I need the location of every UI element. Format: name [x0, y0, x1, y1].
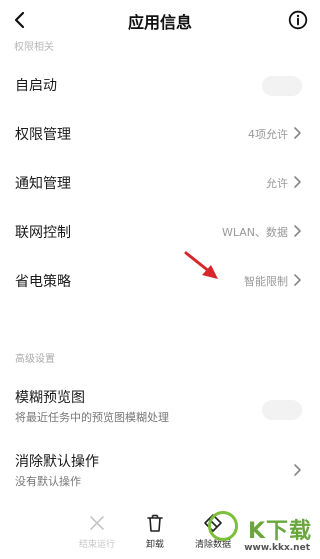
- blur-preview-toggle[interactable]: [262, 400, 302, 420]
- chevron-right-icon: [294, 176, 301, 188]
- row-permission-management[interactable]: 权限管理 4项允许: [0, 111, 320, 157]
- trash-icon: [147, 514, 163, 532]
- chevron-right-icon: [294, 274, 301, 286]
- row-notification-management[interactable]: 通知管理 允许: [0, 160, 320, 206]
- row-value: WLAN、数据: [221, 226, 288, 239]
- row-network-control[interactable]: 联网控制 WLAN、数据: [0, 209, 320, 255]
- row-clear-defaults[interactable]: 消除默认操作 没有默认操作: [0, 447, 320, 501]
- row-value: 4项允许: [248, 128, 288, 141]
- row-label: 权限管理: [15, 127, 71, 143]
- chevron-right-icon: [294, 127, 301, 139]
- watermark-url: www.kkx.net: [244, 543, 310, 553]
- info-button[interactable]: [286, 8, 310, 32]
- section-title-permissions: 权限相关: [14, 42, 54, 53]
- watermark-logo: K下载 www.kkx.net: [202, 511, 314, 553]
- watermark-text: K下载: [247, 519, 312, 544]
- annotation-arrow-icon: [184, 251, 218, 279]
- row-power-saving-policy[interactable]: 省电策略 智能限制: [0, 258, 320, 304]
- close-x-icon: [90, 516, 104, 530]
- autostart-toggle[interactable]: [262, 76, 302, 96]
- section-title-advanced: 高级设置: [15, 354, 55, 365]
- row-subtitle: 没有默认操作: [15, 475, 81, 488]
- row-title: 消除默认操作: [15, 454, 99, 470]
- app-header: 应用信息: [0, 0, 320, 42]
- page-title: 应用信息: [127, 13, 192, 32]
- row-title: 模糊预览图: [15, 390, 85, 406]
- watermark-circle-icon: [208, 511, 238, 541]
- chevron-right-icon: [294, 464, 301, 476]
- row-label: 省电策略: [15, 274, 71, 290]
- row-autostart[interactable]: 自启动: [0, 62, 320, 108]
- row-label: 通知管理: [15, 176, 71, 192]
- row-label: 联网控制: [15, 225, 71, 241]
- row-value: 允许: [266, 177, 288, 190]
- row-label: 自启动: [15, 78, 57, 94]
- chevron-right-icon: [294, 225, 301, 237]
- row-subtitle: 将最近任务中的预览图模糊处理: [15, 411, 169, 424]
- info-circle-icon: [288, 10, 308, 30]
- row-value: 智能限制: [244, 275, 288, 288]
- row-blur-preview[interactable]: 模糊预览图 将最近任务中的预览图模糊处理: [0, 383, 320, 437]
